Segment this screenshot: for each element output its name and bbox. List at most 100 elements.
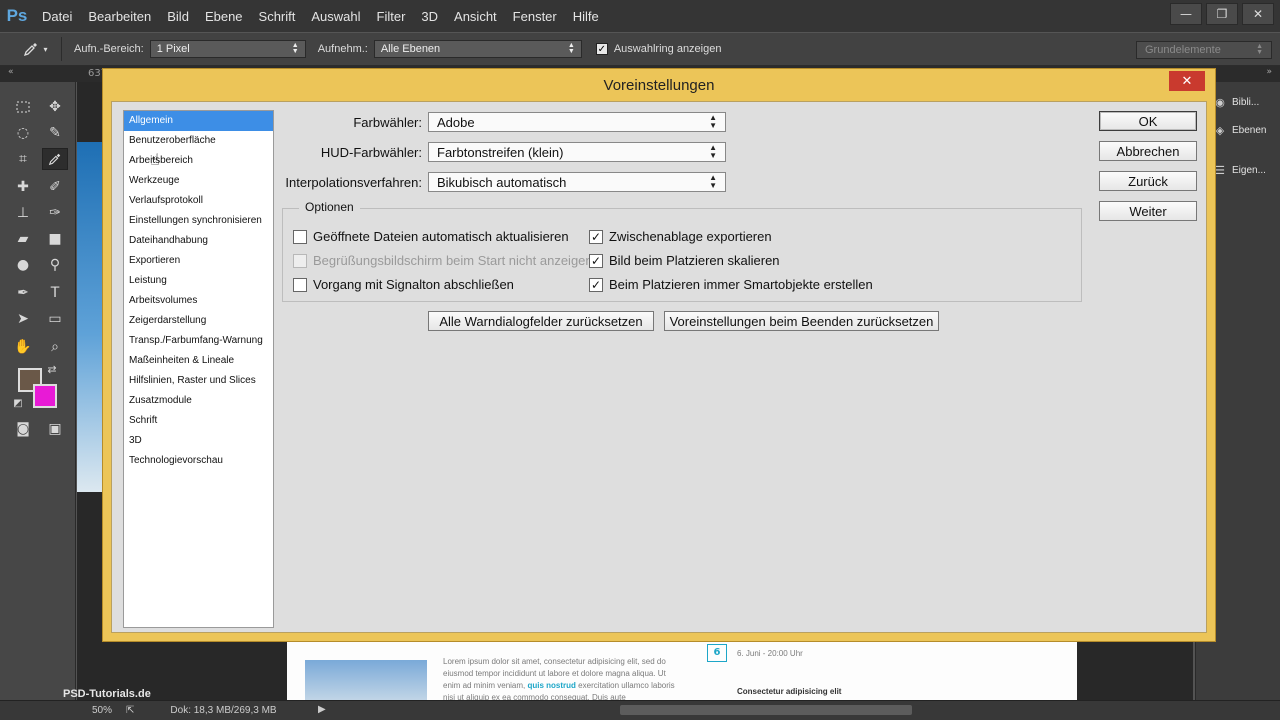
crop-tool-icon[interactable]: ⌗ [10,148,36,170]
hand-tool-icon[interactable]: ✋ [10,336,36,358]
menu-auswahl[interactable]: Auswahl [303,9,368,24]
rectangle-tool-icon[interactable]: ▭ [42,308,68,330]
option-beep-when-done[interactable]: Vorgang mit Signalton abschließen [293,277,514,292]
workspace-select[interactable]: Grundelemente ▲ ▼ [1136,41,1272,59]
clone-stamp-tool-icon[interactable]: ⊥ [10,202,36,224]
export-clipboard-checkbox[interactable]: ✓ [589,229,603,244]
nav-item-zusatzmodule[interactable]: Zusatzmodule [124,391,273,411]
export-icon[interactable]: ⇱ [126,705,134,716]
menu-hilfe[interactable]: Hilfe [565,9,607,24]
nav-item-exportieren[interactable]: Exportieren [124,251,273,271]
menu-schrift[interactable]: Schrift [251,9,304,24]
watermark-logo: PSD-Tutorials.de [63,688,151,700]
healing-brush-tool-icon[interactable]: ✚ [10,176,36,198]
quick-selection-tool-icon[interactable]: ✎ [42,122,68,144]
type-tool-icon[interactable]: T [42,282,68,304]
nav-item-masseinheiten-lineale[interactable]: Maßeinheiten & Lineale [124,351,273,371]
interpolation-select[interactable]: Bikubisch automatisch ▲ ▼ [428,172,726,192]
menu-bild[interactable]: Bild [159,9,197,24]
dodge-tool-icon[interactable]: ⚲ [42,254,68,276]
auto-update-checkbox[interactable] [293,229,307,244]
menu-ebene[interactable]: Ebene [197,9,251,24]
resize-on-place-checkbox[interactable]: ✓ [589,253,603,268]
updown-arrows-icon: ▲ ▼ [291,42,299,55]
sample-size-select[interactable]: 1 Pixel ▲ ▼ [149,40,306,58]
path-selection-tool-icon[interactable]: ➤ [10,308,36,330]
option-resize-on-place[interactable]: ✓ Bild beim Platzieren skalieren [589,253,780,268]
nav-item-verlaufsprotokoll[interactable]: Verlaufsprotokoll [124,191,273,211]
nav-item-dateihandhabung[interactable]: Dateihandhabung [124,231,273,251]
gradient-tool-icon[interactable]: ■ [42,228,68,250]
marquee-tool-icon[interactable] [10,96,36,118]
hud-picker-select[interactable]: Farbtonstreifen (klein) ▲ ▼ [428,142,726,162]
color-picker-select[interactable]: Adobe ▲ ▼ [428,112,726,132]
dock-library[interactable]: ◉ Bibli... [1214,96,1260,109]
background-color-swatch[interactable] [33,384,57,408]
default-colors-icon[interactable]: ◩ [10,396,26,410]
window-close-button[interactable]: ✕ [1242,3,1274,25]
nav-item-einstellungen-synchronisieren[interactable]: Einstellungen synchronisieren [124,211,273,231]
dock-library-label: Bibli... [1232,96,1260,108]
collapse-arrows-icon[interactable]: « [8,67,14,77]
swap-colors-icon[interactable]: ⇄ [44,362,60,376]
nav-item-leistung[interactable]: Leistung [124,271,273,291]
tools-panel: ✥ ◌ ✎ ⌗ ✚ ✐ ⊥ ✑ ▰ ■ ● ⚲ ✒ T ➤ ▭ ✋ ⌕ ⇄ ◩ … [0,82,76,700]
pen-tool-icon[interactable]: ✒ [10,282,36,304]
nav-item-arbeitsvolumes[interactable]: Arbeitsvolumes [124,291,273,311]
show-ring-checkbox[interactable]: ✓ [595,43,608,55]
nav-item-schrift[interactable]: Schrift [124,411,273,431]
eyedropper-icon[interactable]: ▾ [10,37,62,61]
quick-mask-icon[interactable]: ◙ [10,418,36,440]
close-icon[interactable]: ✕ [1169,71,1205,91]
blur-tool-icon[interactable]: ● [10,254,36,276]
zoom-level[interactable]: 50% [92,705,112,716]
photoshop-logo: Ps [6,6,28,25]
ok-button[interactable]: OK [1099,111,1197,131]
eraser-tool-icon[interactable]: ▰ [10,228,36,250]
next-button[interactable]: Weiter [1099,201,1197,221]
sample-layers-select[interactable]: Alle Ebenen ▲ ▼ [373,40,582,58]
color-picker-value: Adobe [437,114,475,130]
option-always-smart-objects[interactable]: ✓ Beim Platzieren immer Smartobjekte ers… [589,277,873,292]
document-left-image [77,142,103,492]
dialog-body: Allgemein Benutzeroberfläche Arbeitsbere… [111,101,1207,633]
menu-bearbeiten[interactable]: Bearbeiten [80,9,159,24]
eyedropper-tool-icon[interactable] [42,148,68,170]
minimize-button[interactable]: — [1170,3,1202,25]
sample-size-label: Aufn.-Bereich: [74,43,144,55]
maximize-button[interactable]: ❐ [1206,3,1238,25]
dock-layers[interactable]: ◈ Ebenen [1214,124,1267,137]
horizontal-scrollbar[interactable] [620,705,912,715]
history-brush-tool-icon[interactable]: ✑ [42,202,68,224]
zoom-tool-icon[interactable]: ⌕ [42,336,68,358]
expand-arrows-icon[interactable]: » [1266,67,1272,77]
menu-ansicht[interactable]: Ansicht [446,9,505,24]
dock-properties-label: Eigen... [1232,164,1266,176]
cancel-button[interactable]: Abbrechen [1099,141,1197,161]
option-auto-update-files[interactable]: Geöffnete Dateien automatisch aktualisie… [293,229,569,244]
nav-item-3d[interactable]: 3D [124,431,273,451]
move-tool-icon[interactable]: ✥ [42,96,68,118]
nav-item-transparenz-farbumfang[interactable]: Transp./Farbumfang-Warnung [124,331,273,351]
screen-mode-icon[interactable]: ▣ [42,418,68,440]
menu-filter[interactable]: Filter [369,9,414,24]
nav-item-technologievorschau[interactable]: Technologievorschau [124,451,273,471]
beep-checkbox[interactable] [293,277,307,292]
status-menu-arrow-icon[interactable]: ▶ [318,704,326,715]
sample-size-value: 1 Pixel [156,43,190,55]
auto-update-label: Geöffnete Dateien automatisch aktualisie… [313,229,569,244]
reset-warnings-button[interactable]: Alle Warndialogfelder zurücksetzen [428,311,654,331]
menu-3d[interactable]: 3D [413,9,446,24]
back-button[interactable]: Zurück [1099,171,1197,191]
nav-item-hilfslinien-raster-slices[interactable]: Hilfslinien, Raster und Slices [124,371,273,391]
menu-fenster[interactable]: Fenster [505,9,565,24]
menu-datei[interactable]: Datei [34,9,80,24]
lasso-tool-icon[interactable]: ◌ [10,122,36,144]
reset-preferences-button[interactable]: Voreinstellungen beim Beenden zurücksetz… [664,311,939,331]
nav-item-zeigerdarstellung[interactable]: Zeigerdarstellung [124,311,273,331]
option-export-clipboard[interactable]: ✓ Zwischenablage exportieren [589,229,772,244]
brush-tool-icon[interactable]: ✐ [42,176,68,198]
smart-objects-checkbox[interactable]: ✓ [589,277,603,292]
document-page: Lorem ipsum dolor sit amet, consectetur … [287,642,1077,702]
dock-properties[interactable]: ☰ Eigen... [1214,164,1266,177]
